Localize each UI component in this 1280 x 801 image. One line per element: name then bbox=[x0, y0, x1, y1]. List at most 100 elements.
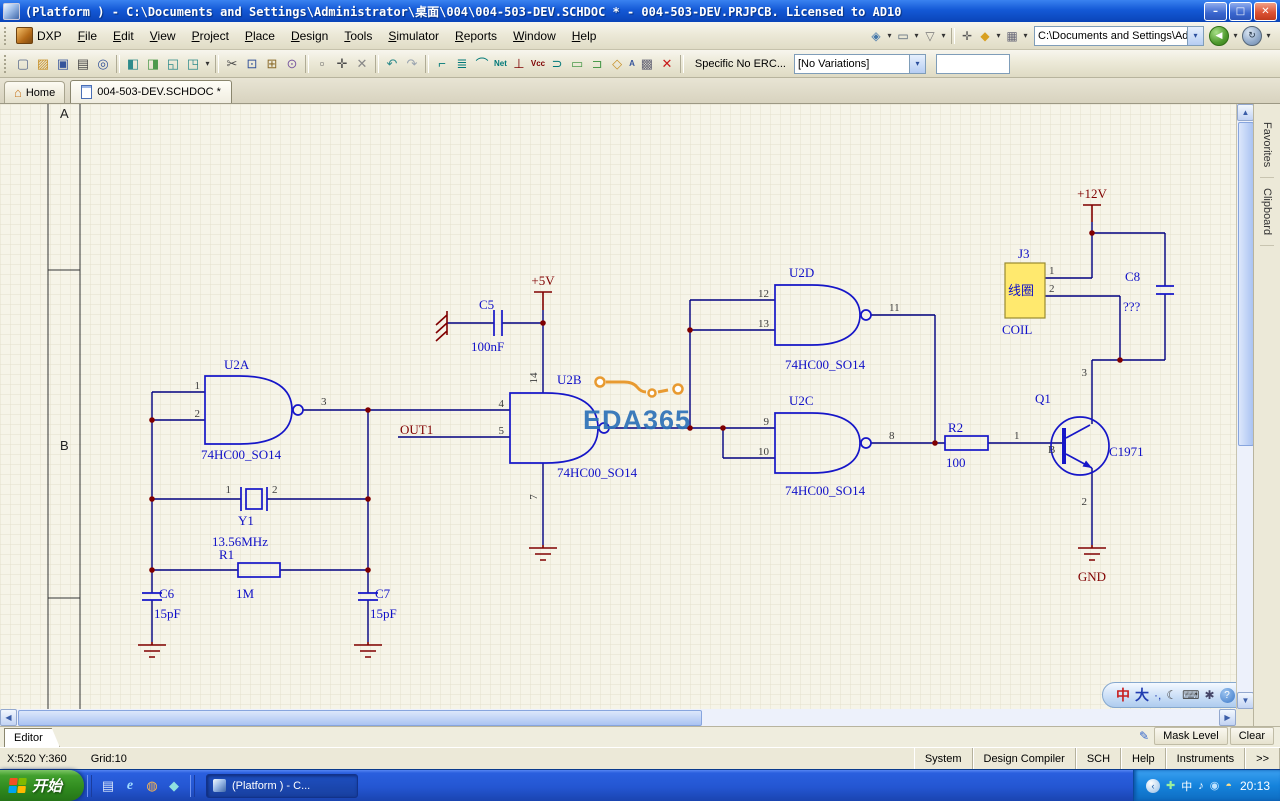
c6-comment[interactable]: 15pF bbox=[154, 606, 181, 621]
zoom-area-icon[interactable]: ◱ bbox=[163, 54, 183, 74]
menu-file[interactable]: File bbox=[70, 25, 105, 47]
mask-brush-icon[interactable]: ✎ bbox=[1136, 729, 1152, 743]
dropdown-caret[interactable]: ▾ bbox=[885, 27, 894, 45]
maximize-button[interactable]: □ bbox=[1229, 2, 1252, 21]
zoom-dropdown-caret[interactable]: ▾ bbox=[203, 54, 212, 74]
place-sheet-symbol-icon[interactable]: ▭ bbox=[567, 54, 587, 74]
home-button[interactable]: ⌂ Home bbox=[4, 81, 65, 103]
path-combo-dropdown[interactable]: ▾ bbox=[1187, 27, 1203, 45]
grid-settings-icon[interactable]: ▦ bbox=[1003, 27, 1021, 45]
undo-icon[interactable]: ↶ bbox=[382, 54, 402, 74]
panel-system[interactable]: System bbox=[914, 748, 973, 769]
toolbar-grip[interactable] bbox=[4, 27, 9, 45]
vertical-scroll-thumb[interactable] bbox=[1238, 122, 1254, 446]
power-port-12v-label[interactable]: +12V bbox=[1077, 186, 1107, 201]
ime-language-bar[interactable]: 中大·,☾⌨✱? bbox=[1102, 682, 1245, 708]
scroll-up-button[interactable]: ▲ bbox=[1237, 104, 1254, 121]
dropdown-caret[interactable]: ▾ bbox=[1021, 27, 1030, 45]
nav-refresh-button[interactable]: ↻ bbox=[1242, 26, 1262, 46]
ime-settings-icon[interactable]: ✱ bbox=[1204, 688, 1214, 702]
c7-designator[interactable]: C7 bbox=[375, 586, 391, 601]
panel-tab-favorites[interactable]: Favorites bbox=[1260, 112, 1274, 178]
tray-network-icon[interactable]: ◉ bbox=[1210, 779, 1220, 792]
r1-comment[interactable]: 1M bbox=[236, 586, 255, 601]
toolbar-grip[interactable] bbox=[4, 55, 9, 73]
j3-comment[interactable]: COIL bbox=[1002, 322, 1032, 337]
place-vcc-port-icon[interactable]: Vcc bbox=[529, 54, 547, 74]
menu-design[interactable]: Design bbox=[283, 25, 336, 47]
path-combo-value[interactable]: C:\Documents and Settings\Admi bbox=[1035, 30, 1187, 42]
display-mode-icon[interactable]: ▭ bbox=[894, 27, 912, 45]
place-text-icon[interactable]: A bbox=[627, 54, 637, 74]
place-port-icon[interactable]: ◇ bbox=[607, 54, 627, 74]
menu-simulator[interactable]: Simulator bbox=[380, 25, 447, 47]
quick-launch-handle[interactable] bbox=[87, 775, 92, 797]
panel-sch[interactable]: SCH bbox=[1076, 748, 1121, 769]
u2a-designator[interactable]: U2A bbox=[224, 357, 250, 372]
variations-combo[interactable]: [No Variations] ▾ bbox=[794, 54, 926, 74]
menu-help[interactable]: Help bbox=[564, 25, 605, 47]
vertical-scrollbar[interactable]: ▲ ▼ bbox=[1236, 104, 1253, 709]
scroll-right-button[interactable]: ▶ bbox=[1219, 709, 1236, 726]
menu-reports[interactable]: Reports bbox=[447, 25, 505, 47]
print-icon[interactable]: ▤ bbox=[73, 54, 93, 74]
schematic-sheet[interactable]: A B +5V +12V GND OUT1 U2A 74HC00_SO14 1 … bbox=[0, 104, 1236, 709]
editor-tab[interactable]: Editor bbox=[4, 728, 60, 747]
c6-designator[interactable]: C6 bbox=[159, 586, 175, 601]
ime-width-mode-icon[interactable]: 大 bbox=[1135, 685, 1149, 705]
dropdown-caret[interactable]: ▾ bbox=[939, 27, 948, 45]
media-player-icon[interactable]: ◍ bbox=[143, 777, 161, 795]
menu-window[interactable]: Window bbox=[505, 25, 564, 47]
tray-ime-icon[interactable]: 中 bbox=[1181, 778, 1192, 794]
place-part-icon[interactable]: ⊃ bbox=[547, 54, 567, 74]
u2a-comment[interactable]: 74HC00_SO14 bbox=[201, 447, 282, 462]
ime-language-indicator[interactable]: 中 bbox=[1116, 685, 1130, 705]
variations-dropdown[interactable]: ▾ bbox=[909, 55, 925, 73]
nav-back-button[interactable]: ◀ bbox=[1209, 26, 1229, 46]
move-object-icon[interactable]: ✛ bbox=[332, 54, 352, 74]
start-button[interactable]: 开始 bbox=[0, 770, 84, 801]
ime-help-button[interactable]: ? bbox=[1220, 688, 1235, 703]
r2-comment[interactable]: 100 bbox=[946, 455, 966, 470]
taskbar-handle[interactable] bbox=[190, 775, 195, 797]
path-combo[interactable]: C:\Documents and Settings\Admi ▾ bbox=[1034, 26, 1204, 46]
u2b-designator[interactable]: U2B bbox=[557, 372, 582, 387]
close-button[interactable]: ✕ bbox=[1254, 2, 1277, 21]
scroll-down-button[interactable]: ▼ bbox=[1237, 692, 1254, 709]
menu-edit[interactable]: Edit bbox=[105, 25, 142, 47]
u2b-comment[interactable]: 74HC00_SO14 bbox=[557, 465, 638, 480]
q1-comment[interactable]: C1971 bbox=[1109, 444, 1144, 459]
variations-value[interactable]: [No Variations] bbox=[795, 58, 909, 70]
menu-view[interactable]: View bbox=[142, 25, 184, 47]
place-bus-icon[interactable]: ≣ bbox=[452, 54, 472, 74]
c5-designator[interactable]: C5 bbox=[479, 297, 494, 312]
panel-help[interactable]: Help bbox=[1121, 748, 1166, 769]
show-desktop-icon[interactable]: ▤ bbox=[99, 777, 117, 795]
r1-designator[interactable]: R1 bbox=[219, 547, 234, 562]
dropdown-caret[interactable]: ▾ bbox=[994, 27, 1003, 45]
u2c-designator[interactable]: U2C bbox=[789, 393, 814, 408]
device-view-icon[interactable]: ◧ bbox=[123, 54, 143, 74]
c7-comment[interactable]: 15pF bbox=[370, 606, 397, 621]
print-preview-icon[interactable]: ◎ bbox=[93, 54, 113, 74]
tray-update-icon[interactable]: ◓ bbox=[1225, 780, 1232, 792]
taskbar-task-button[interactable]: (Platform ) - C... bbox=[206, 774, 358, 798]
horizontal-scrollbar[interactable]: ◀ ▶ bbox=[0, 709, 1236, 726]
y1-designator[interactable]: Y1 bbox=[238, 513, 254, 528]
simulation-icon[interactable]: ◈ bbox=[867, 27, 885, 45]
internet-explorer-icon[interactable]: e bbox=[121, 777, 139, 795]
schematic-canvas[interactable]: A B +5V +12V GND OUT1 U2A 74HC00_SO14 1 … bbox=[0, 104, 1236, 709]
ime-moon-icon[interactable]: ☾ bbox=[1166, 688, 1177, 702]
panel-more[interactable]: >> bbox=[1245, 748, 1280, 769]
dropdown-caret[interactable]: ▾ bbox=[912, 27, 921, 45]
favorites-icon[interactable]: ◆ bbox=[976, 27, 994, 45]
q1-designator[interactable]: Q1 bbox=[1035, 391, 1051, 406]
place-wire-icon[interactable]: ⌐ bbox=[432, 54, 452, 74]
place-array-icon[interactable]: ▩ bbox=[637, 54, 657, 74]
open-document-icon[interactable]: ▨ bbox=[33, 54, 53, 74]
save-icon[interactable]: ▣ bbox=[53, 54, 73, 74]
toolbar-edit-box[interactable] bbox=[936, 54, 1010, 74]
j3-designator[interactable]: J3 bbox=[1018, 246, 1030, 261]
cross-probe-icon[interactable]: ✛ bbox=[958, 27, 976, 45]
scroll-left-button[interactable]: ◀ bbox=[0, 709, 17, 726]
